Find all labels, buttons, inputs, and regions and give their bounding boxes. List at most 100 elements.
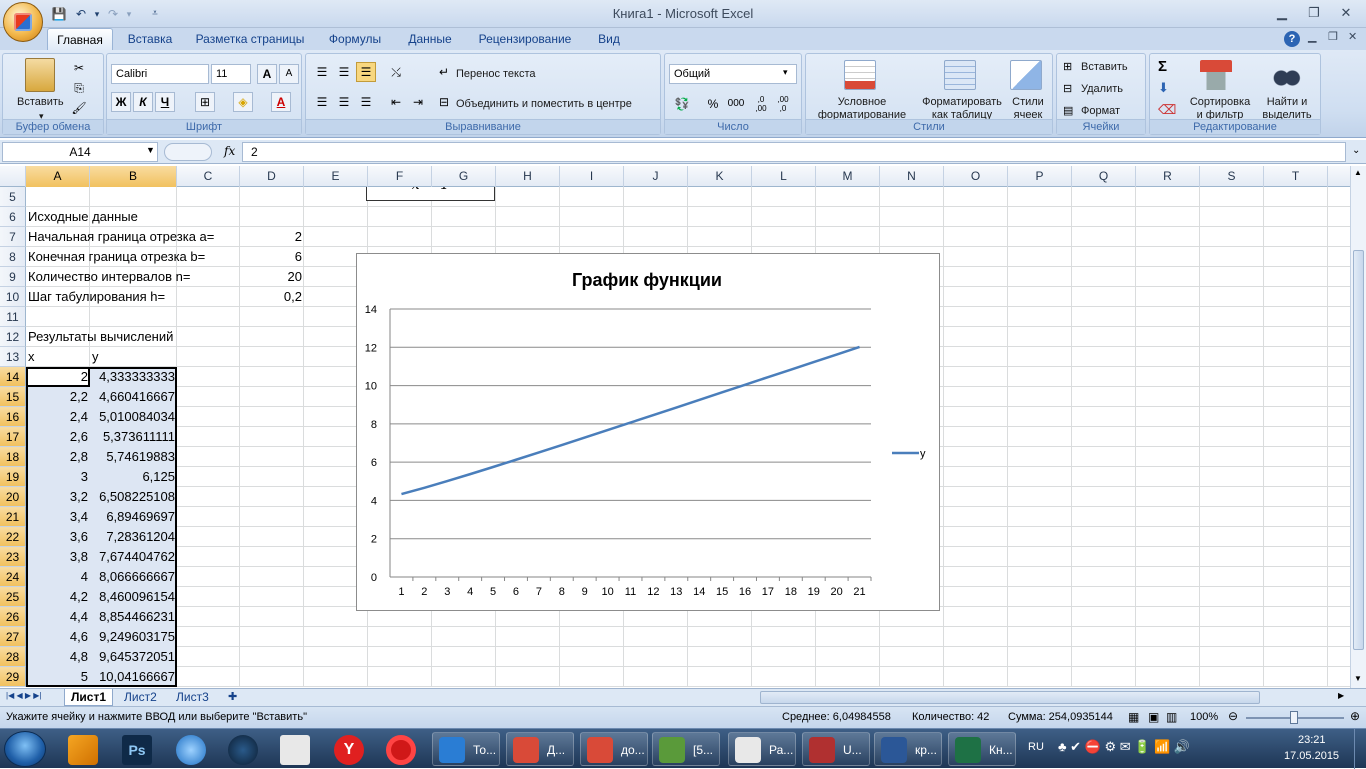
start-button[interactable] (4, 731, 46, 767)
column-header-J[interactable]: J (624, 166, 688, 187)
taskbar-window-2[interactable]: Д... (506, 732, 574, 766)
table-y-cell[interactable]: 5,010084034 (90, 407, 177, 427)
table-x-cell[interactable]: 3,8 (26, 547, 90, 567)
table-x-cell[interactable]: 4 (26, 567, 90, 587)
column-header-O[interactable]: O (944, 166, 1008, 187)
cell-a7[interactable]: Начальная граница отрезка a= (26, 227, 216, 247)
horizontal-scroll-thumb[interactable] (760, 691, 1260, 704)
table-x-cell[interactable]: 4,4 (26, 607, 90, 627)
pinned-app-icon-4[interactable] (228, 735, 258, 765)
taskbar-window-3[interactable]: до... (580, 732, 648, 766)
column-header-M[interactable]: M (816, 166, 880, 187)
ie-icon[interactable] (176, 735, 206, 765)
fill-icon[interactable]: ⬇ (1158, 80, 1169, 96)
paste-button[interactable]: Вставить (17, 96, 64, 109)
delete-cells-icon[interactable]: ⊟ (1063, 82, 1072, 95)
zoom-out-icon[interactable]: ⊖ (1228, 709, 1238, 723)
format-painter-icon[interactable]: 🖌 (69, 98, 89, 118)
tab-page-layout[interactable]: Разметка страницы (188, 28, 312, 50)
name-box[interactable]: A14 (2, 142, 158, 162)
row-header-21[interactable]: 21 (0, 507, 26, 527)
delete-cells-button[interactable]: Удалить (1081, 83, 1123, 96)
row-header-19[interactable]: 19 (0, 467, 26, 487)
row-header-8[interactable]: 8 (0, 247, 26, 267)
row-header-10[interactable]: 10 (0, 287, 26, 307)
insert-cells-button[interactable]: Вставить (1081, 61, 1128, 74)
table-y-cell[interactable]: 6,89469697 (90, 507, 177, 527)
table-x-cell[interactable]: 2,2 (26, 387, 90, 407)
row-header-16[interactable]: 16 (0, 407, 26, 427)
row-header-28[interactable]: 28 (0, 647, 26, 667)
column-header-I[interactable]: I (560, 166, 624, 187)
merge-center-icon[interactable]: ⊟ (434, 92, 454, 112)
increase-indent-icon[interactable]: ⇥ (408, 92, 428, 112)
taskbar-window-7[interactable]: кр... (874, 732, 942, 766)
tab-formulas[interactable]: Формулы (320, 28, 390, 50)
zoom-slider-thumb[interactable] (1290, 711, 1298, 724)
table-y-cell[interactable]: 9,249603175 (90, 627, 177, 647)
cell-a12[interactable]: Результаты вычислений (26, 327, 175, 347)
align-top-icon[interactable]: ☰ (312, 62, 332, 82)
table-x-cell[interactable]: 4,8 (26, 647, 90, 667)
tab-review[interactable]: Рецензирование (470, 28, 580, 50)
format-as-table-icon[interactable] (944, 60, 976, 90)
clock-time[interactable]: 23:21 (1298, 734, 1326, 746)
font-name-select[interactable]: Calibri (111, 64, 209, 84)
copy-icon[interactable]: ⎘ (69, 78, 89, 98)
cell-a13[interactable]: x (26, 347, 37, 367)
row-header-26[interactable]: 26 (0, 607, 26, 627)
close-icon[interactable]: ✕ (1334, 4, 1358, 22)
italic-button[interactable]: К (133, 92, 153, 112)
sheet-tab-3[interactable]: Лист3 (170, 689, 215, 706)
column-header-Q[interactable]: Q (1072, 166, 1136, 187)
zoom-level[interactable]: 100% (1190, 711, 1218, 723)
table-x-cell[interactable]: 2 (26, 367, 90, 387)
cell-a6[interactable]: Исходные данные (26, 207, 140, 227)
paste-icon[interactable] (25, 58, 55, 92)
row-header-18[interactable]: 18 (0, 447, 26, 467)
clear-icon[interactable]: ⌫ (1158, 102, 1176, 118)
table-x-cell[interactable]: 4,2 (26, 587, 90, 607)
tab-home[interactable]: Главная (47, 28, 113, 50)
workbook-close-icon[interactable]: ✕ (1348, 30, 1357, 43)
row-header-27[interactable]: 27 (0, 627, 26, 647)
column-header-S[interactable]: S (1200, 166, 1264, 187)
table-x-cell[interactable]: 3,4 (26, 507, 90, 527)
taskbar-window-6[interactable]: U... (802, 732, 870, 766)
shrink-font-button[interactable]: A (279, 64, 299, 84)
tab-view[interactable]: Вид (588, 28, 630, 50)
conditional-formatting-icon[interactable] (844, 60, 876, 90)
number-format-dropdown-icon[interactable]: ▾ (783, 67, 788, 78)
table-y-cell[interactable]: 8,460096154 (90, 587, 177, 607)
row-header-6[interactable]: 6 (0, 207, 26, 227)
row-header-14[interactable]: 14 (0, 367, 26, 387)
row-header-20[interactable]: 20 (0, 487, 26, 507)
table-x-cell[interactable]: 4,6 (26, 627, 90, 647)
formula-bar-resize-handle[interactable] (164, 143, 212, 161)
ribbon-restore-icon[interactable]: ❐ (1328, 30, 1338, 43)
font-size-select[interactable]: 11 (211, 64, 251, 84)
first-sheet-icon[interactable]: |◀ ◀ ▶ ▶| (6, 691, 41, 700)
row-header-22[interactable]: 22 (0, 527, 26, 547)
column-header-B[interactable]: B (90, 166, 177, 187)
expand-formula-icon[interactable]: ⌄ (1352, 145, 1360, 156)
row-header-15[interactable]: 15 (0, 387, 26, 407)
insert-cells-icon[interactable]: ⊞ (1063, 60, 1072, 73)
column-header-L[interactable]: L (752, 166, 816, 187)
cell-a10[interactable]: Шаг табулирования h= (26, 287, 167, 307)
select-all-corner[interactable] (0, 166, 26, 187)
scroll-right-icon[interactable]: ▶ (1338, 691, 1344, 700)
cell-a8[interactable]: Конечная граница отрезка b= (26, 247, 207, 267)
tray-icons[interactable]: ♣ ✔ ⛔ ⚙ ✉ 🔋 📶 🔊 (1058, 739, 1190, 755)
row-header-5[interactable]: 5 (0, 187, 26, 207)
font-color-icon[interactable]: A (271, 92, 291, 112)
minimize-icon[interactable]: ▁ (1270, 4, 1294, 22)
table-x-cell[interactable]: 3,6 (26, 527, 90, 547)
find-select-icon[interactable] (1270, 60, 1302, 90)
taskbar-window-5[interactable]: Ра... (728, 732, 796, 766)
orientation-icon[interactable]: ⤯ (386, 62, 406, 82)
normal-view-icon[interactable]: ▦ (1128, 710, 1139, 724)
format-cells-button[interactable]: Формат (1081, 105, 1120, 118)
column-header-C[interactable]: C (177, 166, 240, 187)
bold-button[interactable]: Ж (111, 92, 131, 112)
